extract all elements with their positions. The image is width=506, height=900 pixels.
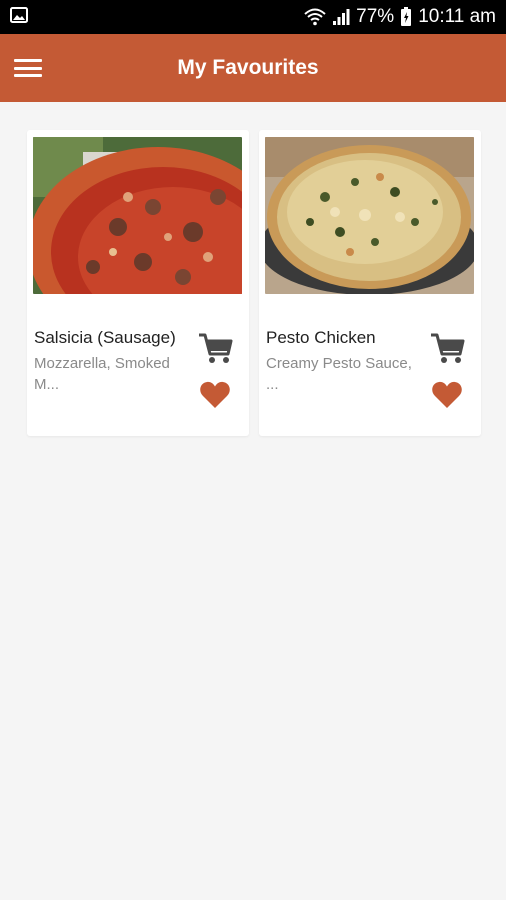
item-description-line: Creamy Pesto Sauce, xyxy=(266,355,412,372)
image-icon xyxy=(10,6,28,28)
signal-icon xyxy=(332,8,350,26)
cart-icon[interactable] xyxy=(429,330,465,366)
battery-icon xyxy=(400,7,412,27)
pesto-chicken-pizza-photo[interactable] xyxy=(265,137,474,294)
heart-icon[interactable] xyxy=(199,380,231,410)
favourite-card[interactable]: Salsicia (Sausage) Mozzarella, Smoked M.… xyxy=(27,130,249,436)
item-description: Mozzarella, Smoked M... xyxy=(34,353,184,395)
clock: 10:11 am xyxy=(418,6,496,27)
page-title: My Favourites xyxy=(177,56,319,79)
item-description: Creamy Pesto Sauce, ... xyxy=(266,353,416,395)
battery-percent: 77% xyxy=(356,6,395,27)
item-name: Pesto Chicken xyxy=(266,328,376,347)
cart-icon[interactable] xyxy=(197,330,233,366)
heart-icon[interactable] xyxy=(431,380,463,410)
wifi-icon xyxy=(304,8,326,26)
app-bar: My Favourites xyxy=(0,34,506,102)
status-bar: 77% 10:11 am xyxy=(0,0,506,34)
sausage-pizza-photo[interactable] xyxy=(33,137,242,294)
item-description-line: Mozzarella, Smoked xyxy=(34,355,170,372)
favourites-grid: Salsicia (Sausage) Mozzarella, Smoked M.… xyxy=(27,130,482,436)
favourite-card[interactable]: Pesto Chicken Creamy Pesto Sauce, ... xyxy=(259,130,481,436)
item-name: Salsicia (Sausage) xyxy=(34,328,176,347)
item-description-line: ... xyxy=(266,376,279,393)
item-description-line: M... xyxy=(34,376,59,393)
